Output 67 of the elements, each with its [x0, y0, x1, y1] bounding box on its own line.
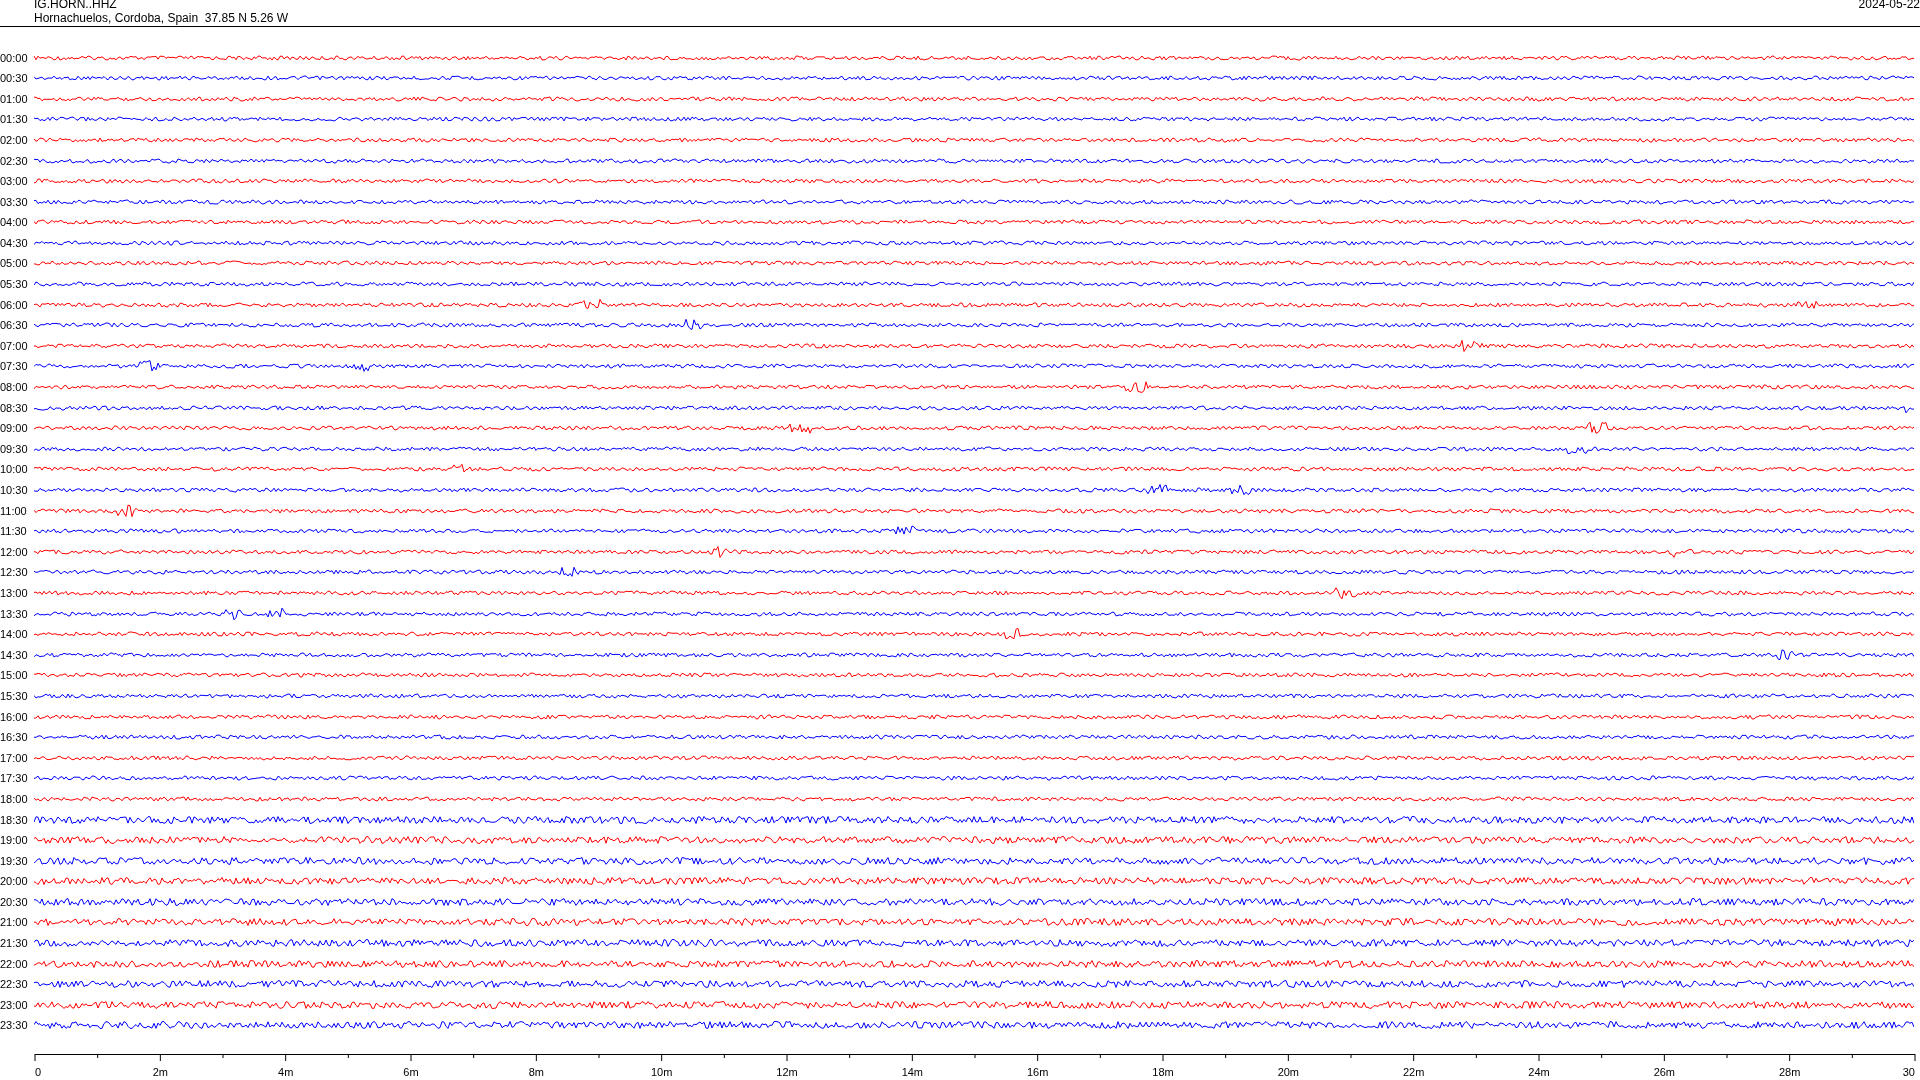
time-label: 03:00	[0, 175, 29, 188]
axis-label: 2m	[152, 1065, 168, 1078]
time-label: 14:30	[0, 648, 29, 661]
station-code: IG.HORN..HHZ	[34, 0, 118, 11]
time-label: 17:30	[0, 772, 29, 785]
time-label: 02:30	[0, 154, 29, 167]
axis-label: 22m	[1402, 1065, 1425, 1078]
time-label: 18:00	[0, 792, 29, 805]
time-label: 12:00	[0, 545, 29, 558]
time-label: 04:00	[0, 216, 29, 229]
time-label: 07:00	[0, 339, 29, 352]
time-label: 04:30	[0, 236, 29, 249]
axis-label: 26m	[1653, 1065, 1676, 1078]
time-label: 13:00	[0, 587, 29, 599]
axis-label: 8m	[528, 1065, 544, 1078]
time-label: 22:30	[0, 978, 29, 991]
time-label: 10:00	[0, 463, 29, 476]
axis-label: 0	[35, 1065, 42, 1078]
time-label: 16:30	[0, 731, 29, 744]
time-label: 13:30	[0, 607, 29, 620]
time-label: 22:00	[0, 957, 29, 970]
time-label: 23:30	[0, 1019, 29, 1032]
plot-date: 2024-05-22	[1858, 0, 1920, 13]
time-label: 20:30	[0, 895, 29, 908]
axis-label: 10m	[650, 1065, 673, 1078]
time-label: 01:30	[0, 113, 29, 126]
time-label: 02:00	[0, 133, 29, 146]
axis-label: 30	[1902, 1065, 1915, 1078]
time-label: 21:00	[0, 916, 29, 929]
time-label: 21:30	[0, 937, 29, 950]
time-label: 11:30	[0, 525, 28, 538]
time-label: 06:30	[0, 319, 29, 332]
time-label: 05:00	[0, 257, 29, 270]
time-label: 10:30	[0, 484, 29, 496]
axis-label: 12m	[776, 1065, 798, 1078]
time-label: 20:00	[0, 875, 29, 888]
axis-label: 16m	[1026, 1065, 1049, 1078]
time-label: 12:30	[0, 566, 29, 579]
time-label: 00:30	[0, 72, 29, 85]
axis-label: 18m	[1152, 1065, 1174, 1078]
axis-label: 20m	[1277, 1065, 1300, 1078]
station-location: Hornachuelos, Cordoba, Spain 37.85 N 5.26 W	[34, 11, 289, 25]
time-label: 08:00	[0, 381, 29, 394]
axis-label: 4m	[278, 1065, 294, 1078]
time-label: 09:30	[0, 442, 29, 455]
time-label: 19:30	[0, 854, 29, 867]
axis-label: 28m	[1778, 1065, 1801, 1078]
time-label: 16:00	[0, 710, 29, 723]
time-label: 06:00	[0, 298, 29, 311]
time-label: 18:30	[0, 813, 29, 826]
time-label: 11:00	[0, 504, 28, 517]
axis-label: 14m	[901, 1065, 924, 1078]
time-label: 19:00	[0, 834, 29, 847]
time-label: 07:30	[0, 360, 29, 373]
time-label: 03:30	[0, 195, 29, 208]
time-label: 05:30	[0, 278, 29, 291]
time-label: 08:30	[0, 401, 29, 414]
time-label: 17:00	[0, 751, 29, 764]
time-label: 14:00	[0, 628, 29, 641]
time-label: 23:00	[0, 998, 29, 1011]
time-label: 00:00	[0, 51, 29, 64]
time-label: 15:30	[0, 689, 29, 702]
time-label: 15:00	[0, 669, 29, 682]
axis-label: 24m	[1528, 1065, 1550, 1078]
time-label: 01:00	[0, 92, 29, 105]
time-label: 09:00	[0, 422, 29, 435]
axis-label: 6m	[403, 1065, 419, 1078]
